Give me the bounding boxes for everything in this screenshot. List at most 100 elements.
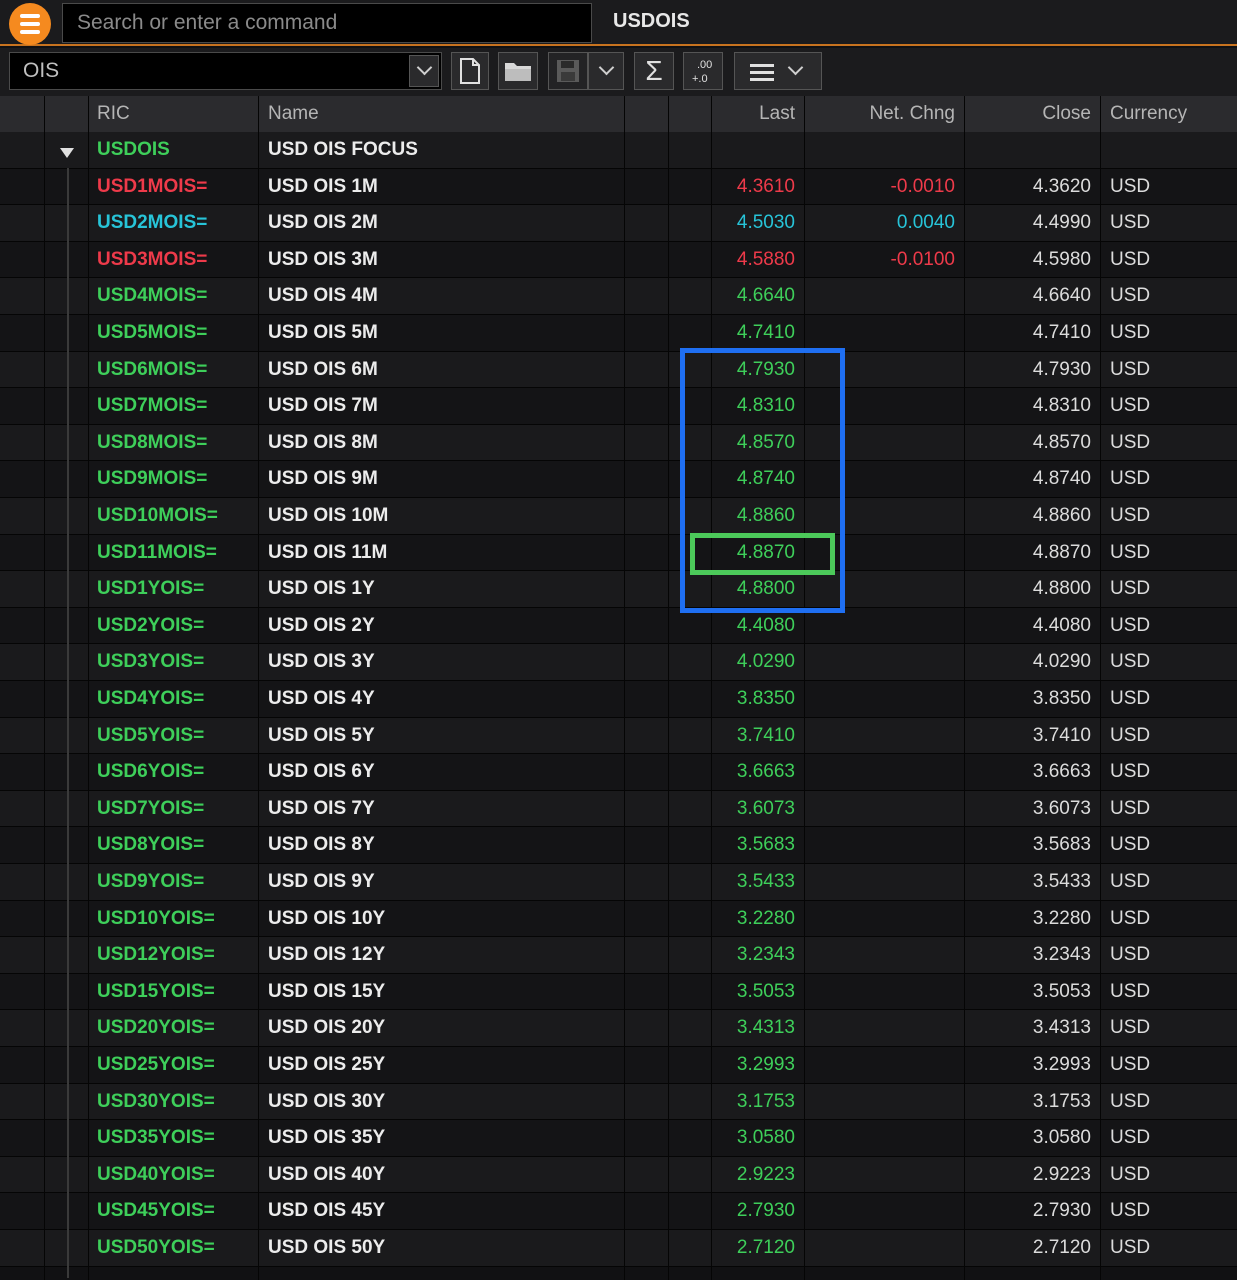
table-row[interactable]: USD6YOIS= USD OIS 6Y 3.6663 3.6663 USD (0, 754, 1237, 791)
table-row[interactable]: USD10YOIS= USD OIS 10Y 3.2280 3.2280 USD (0, 900, 1237, 938)
ric-cell: USD9YOIS= (97, 871, 205, 892)
table-row[interactable]: USD3YOIS= USD OIS 3Y 4.0290 4.0290 USD (0, 644, 1237, 681)
name-cell: USD OIS 30Y (268, 1090, 386, 1112)
last-cell: 4.0290 (736, 651, 795, 673)
last-cell: 4.5880 (736, 248, 795, 270)
currency-cell: USD (1110, 1163, 1151, 1185)
table-row[interactable]: USD15YOIS= USD OIS 15Y 3.5053 3.5053 USD (0, 973, 1237, 1011)
name-cell: USD OIS 10M (268, 505, 389, 526)
collapse-triangle-icon[interactable] (60, 148, 74, 158)
table-row[interactable]: USD8YOIS= USD OIS 8Y 3.5683 3.5683 USD (0, 827, 1237, 864)
table-row[interactable]: USD35YOIS= USD OIS 35Y 3.0580 3.0580 USD (0, 1120, 1237, 1157)
table-row[interactable]: USD1YOIS= USD OIS 1Y 4.8800 4.8800 USD (0, 571, 1237, 608)
close-cell: 3.6073 (1032, 797, 1091, 819)
name-cell: USD OIS 12Y (268, 944, 386, 966)
ric-dropdown-button[interactable] (409, 55, 439, 87)
col-header-net-change[interactable]: Net. Chng (869, 96, 955, 132)
decimal-format-button[interactable]: .00 +.0 (683, 52, 723, 90)
name-cell: USD OIS 9Y (268, 871, 375, 892)
table-row[interactable]: USD11MOIS= USD OIS 11M 4.8870 4.8870 USD (0, 534, 1237, 572)
table-row[interactable]: USD6MOIS= USD OIS 6M 4.7930 4.7930 USD (0, 351, 1237, 389)
close-cell: 4.5980 (1032, 248, 1091, 270)
table-row[interactable]: USD40YOIS= USD OIS 40Y 2.9223 2.9223 USD (0, 1156, 1237, 1194)
ric-cell: USD3MOIS= (97, 248, 208, 270)
ric-input[interactable]: OIS (9, 52, 442, 90)
table-row[interactable]: USD10MOIS= USD OIS 10M 4.8860 4.8860 USD (0, 498, 1237, 535)
svg-text:.00: .00 (697, 59, 712, 71)
currency-cell: USD (1110, 285, 1151, 307)
column-divider (624, 96, 625, 1280)
last-cell: 3.0580 (736, 1127, 795, 1149)
table-row[interactable]: USD50YOIS= USD OIS 50Y 2.7120 2.7120 USD (0, 1230, 1237, 1267)
ric-cell: USD4MOIS= (97, 285, 208, 307)
table-row[interactable]: USD4YOIS= USD OIS 4Y 3.8350 3.8350 USD (0, 681, 1237, 718)
col-header-ric[interactable]: RIC (97, 96, 130, 132)
chevron-down-icon (787, 59, 804, 76)
table-row[interactable]: USD5YOIS= USD OIS 5Y 3.7410 3.7410 USD (0, 717, 1237, 755)
new-document-button[interactable] (451, 52, 489, 90)
ric-cell: USD12YOIS= (97, 944, 215, 966)
sum-button[interactable]: Σ (634, 52, 674, 90)
name-cell: USD OIS 7M (268, 395, 378, 417)
last-cell: 3.7410 (736, 724, 795, 746)
currency-cell: USD (1110, 395, 1151, 417)
table-row[interactable]: USD7YOIS= USD OIS 7Y 3.6073 3.6073 USD (0, 790, 1237, 828)
table-row[interactable]: USD8MOIS= USD OIS 8M 4.8570 4.8570 USD (0, 424, 1237, 462)
table-row[interactable]: USD3MOIS= USD OIS 3M 4.5880 -0.0100 4.5980 US… (0, 241, 1237, 279)
decimal-format-icon: .00 +.0 (692, 59, 712, 85)
currency-cell: USD (1110, 980, 1151, 1002)
name-cell: USD OIS 50Y (268, 1237, 386, 1258)
table-row[interactable]: USD9YOIS= USD OIS 9Y 3.5433 3.5433 USD (0, 864, 1237, 901)
table-row[interactable]: USD7MOIS= USD OIS 7M 4.8310 4.8310 USD (0, 388, 1237, 425)
close-cell: 4.4990 (1032, 212, 1091, 234)
table-row[interactable]: USD45YOIS= USD OIS 45Y 2.7930 2.7930 USD (0, 1193, 1237, 1230)
last-cell: 2.7120 (736, 1237, 795, 1258)
name-cell: USD OIS 40Y (268, 1163, 386, 1185)
view-options-button[interactable] (734, 52, 822, 90)
window-title: USDOIS (613, 10, 690, 32)
name-cell: USD OIS 35Y (268, 1127, 386, 1149)
name-cell: USD OIS 7Y (268, 797, 375, 819)
close-cell: 4.8310 (1032, 395, 1091, 417)
close-cell: 4.8860 (1032, 505, 1091, 526)
command-search-input[interactable]: Search or enter a command (62, 3, 592, 43)
close-cell: 3.6663 (1032, 761, 1091, 783)
app-menu-icon[interactable] (9, 3, 51, 45)
table-row[interactable]: USD12YOIS= USD OIS 12Y 3.2343 3.2343 USD (0, 937, 1237, 974)
close-cell: 4.0290 (1032, 651, 1091, 673)
table-row[interactable]: USD1MOIS= USD OIS 1M 4.3610 -0.0010 4.3620 US… (0, 168, 1237, 206)
save-button[interactable] (548, 52, 588, 90)
currency-cell: USD (1110, 1054, 1151, 1075)
column-divider (1100, 96, 1101, 1280)
group-name: USD OIS FOCUS (268, 139, 418, 160)
table-row[interactable]: USD30YOIS= USD OIS 30Y 3.1753 3.1753 USD (0, 1083, 1237, 1121)
chevron-down-icon (416, 59, 433, 76)
group-row[interactable]: USDOIS USD OIS FOCUS (0, 132, 1237, 169)
last-cell: 4.6640 (736, 285, 795, 307)
table-row[interactable]: USD25YOIS= USD OIS 25Y 3.2993 3.2993 USD (0, 1047, 1237, 1084)
table-row[interactable]: USD5MOIS= USD OIS 5M 4.7410 4.7410 USD (0, 315, 1237, 352)
currency-cell: USD (1110, 1237, 1151, 1258)
close-cell: 4.4080 (1032, 614, 1091, 636)
table-row[interactable]: USD9MOIS= USD OIS 9M 4.8740 4.8740 USD (0, 461, 1237, 498)
last-cell: 2.7930 (736, 1200, 795, 1222)
column-divider (88, 96, 89, 1280)
table-row[interactable]: USD2YOIS= USD OIS 2Y 4.4080 4.4080 USD (0, 607, 1237, 645)
col-header-currency[interactable]: Currency (1110, 96, 1187, 132)
last-cell: 4.5030 (736, 212, 795, 234)
ric-cell: USD30YOIS= (97, 1090, 215, 1112)
currency-cell: USD (1110, 688, 1151, 709)
close-cell: 3.5053 (1032, 980, 1091, 1002)
table-row[interactable]: USD20YOIS= USD OIS 20Y 3.4313 3.4313 USD (0, 1010, 1237, 1047)
col-header-close[interactable]: Close (1042, 96, 1091, 132)
table-row[interactable]: USD4MOIS= USD OIS 4M 4.6640 4.6640 USD (0, 278, 1237, 315)
save-options-button[interactable] (588, 52, 624, 90)
open-folder-button[interactable] (498, 52, 538, 90)
table-row[interactable]: USD2MOIS= USD OIS 2M 4.5030 0.0040 4.4990 USD (0, 205, 1237, 242)
ric-cell: USD9MOIS= (97, 468, 208, 490)
col-header-name[interactable]: Name (268, 96, 319, 132)
ric-cell: USD2YOIS= (97, 614, 205, 636)
col-header-last[interactable]: Last (759, 96, 795, 132)
name-cell: USD OIS 25Y (268, 1054, 386, 1075)
ric-cell: USD1MOIS= (97, 175, 208, 197)
